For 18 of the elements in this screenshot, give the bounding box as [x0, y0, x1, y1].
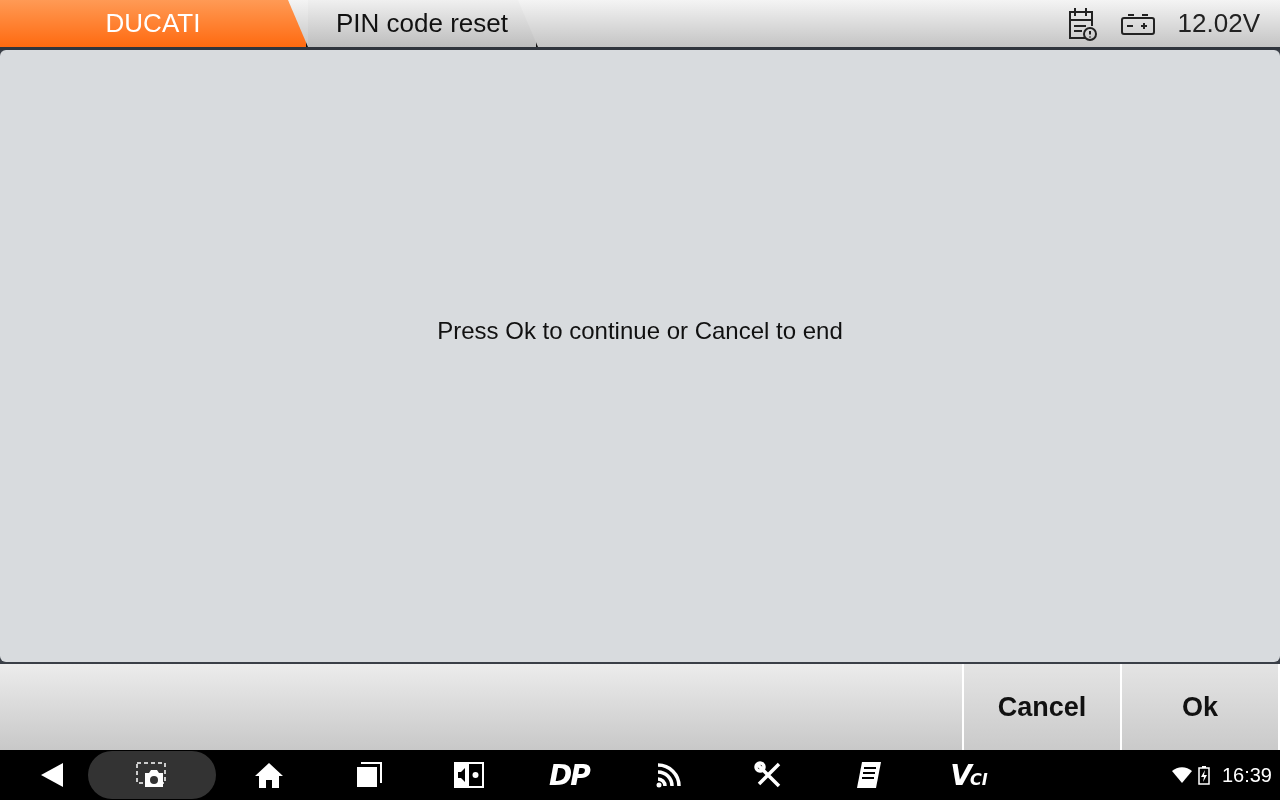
- document-icon[interactable]: [855, 760, 883, 790]
- dialog-button[interactable]: Ok: [1122, 664, 1280, 750]
- battery-voltage: 12.02V: [1177, 8, 1260, 39]
- home-icon[interactable]: [254, 761, 284, 789]
- battery-icon: [1119, 11, 1156, 36]
- camera-icon[interactable]: [135, 761, 169, 789]
- volume-brightness-icon[interactable]: [453, 761, 485, 789]
- recent-apps-icon[interactable]: [355, 761, 383, 789]
- dp-logo[interactable]: DP: [549, 758, 589, 792]
- clock: 16:39: [1221, 763, 1272, 787]
- breadcrumb-tab[interactable]: PIN code reset: [308, 0, 538, 47]
- vci-logo[interactable]: VCI: [950, 758, 988, 792]
- wifi-icon: [1171, 767, 1192, 783]
- back-icon[interactable]: [39, 761, 65, 789]
- dialog-button[interactable]: Cancel: [964, 664, 1122, 750]
- battery-charging-icon: [1197, 765, 1210, 785]
- signal-waves-icon[interactable]: [655, 761, 683, 789]
- message-text: Press Ok to continue or Cancel to end: [437, 317, 843, 345]
